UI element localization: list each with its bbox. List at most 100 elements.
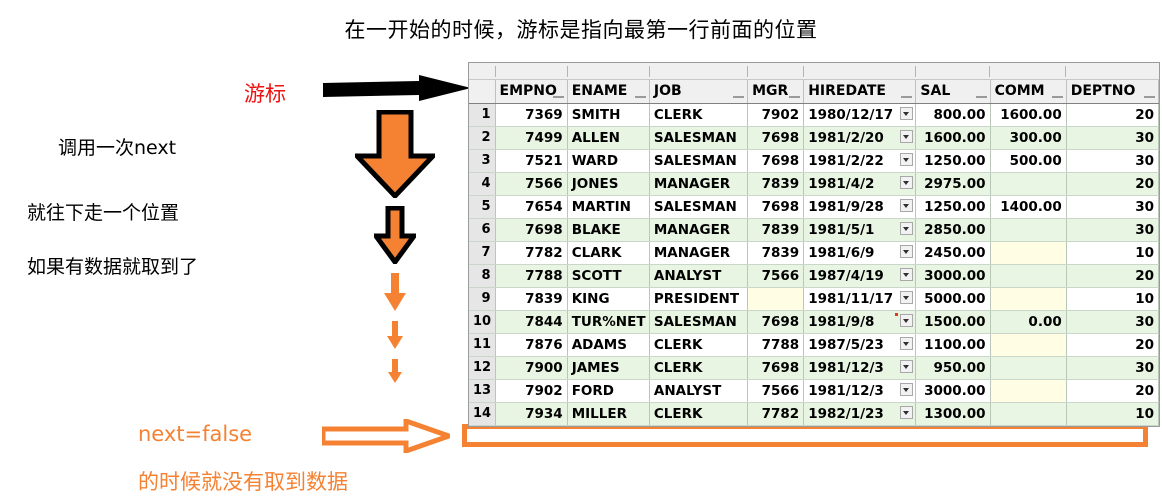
column-header-job[interactable]: JOB	[649, 80, 749, 104]
cell-empno[interactable]: 7788	[495, 264, 568, 288]
table-row[interactable]: 13 7902 FORD ANALYST 7566 1981/12/3 3000.00 20	[469, 379, 1160, 403]
row-number[interactable]: 9	[469, 287, 496, 311]
cell-comm[interactable]	[990, 172, 1067, 196]
cell-comm[interactable]: 1400.00	[990, 195, 1067, 219]
cell-hiredate[interactable]: 1981/2/20	[803, 126, 917, 150]
cell-empno[interactable]: 7902	[495, 379, 568, 403]
cell-empno[interactable]: 7521	[495, 149, 568, 173]
row-number[interactable]: 6	[469, 218, 496, 242]
cell-deptno[interactable]: 30	[1066, 126, 1160, 150]
column-header-ename[interactable]: ENAME	[567, 80, 650, 104]
cell-ename[interactable]: KING	[567, 287, 650, 311]
cell-hiredate[interactable]: 1987/4/19	[803, 264, 917, 288]
cell-comm[interactable]	[990, 241, 1067, 265]
cell-deptno[interactable]: 20	[1066, 379, 1160, 403]
cell-empno[interactable]: 7566	[495, 172, 568, 196]
cell-ename[interactable]: JAMES	[567, 356, 650, 380]
cell-comm[interactable]	[990, 379, 1067, 403]
cell-deptno[interactable]: 30	[1066, 149, 1160, 173]
table-row[interactable]: 9 7839 KING PRESIDENT 1981/11/17 5000.00 10	[469, 287, 1160, 311]
cell-hiredate[interactable]: 1981/9/28	[803, 195, 917, 219]
cell-mgr[interactable]: 7698	[747, 310, 805, 334]
cell-comm[interactable]	[990, 218, 1067, 242]
row-number[interactable]: 1	[469, 103, 496, 127]
table-row[interactable]: 11 7876 ADAMS CLERK 7788 1987/5/23 1100.00 20	[469, 333, 1160, 357]
cell-hiredate[interactable]: 1981/2/22	[803, 149, 917, 173]
cell-ename[interactable]: BLAKE	[567, 218, 650, 242]
cell-deptno[interactable]: 10	[1066, 402, 1160, 426]
cell-mgr[interactable]: 7839	[747, 172, 805, 196]
cell-mgr[interactable]: 7839	[747, 241, 805, 265]
column-header-comm[interactable]: COMM	[990, 80, 1067, 104]
date-dropdown-icon[interactable]	[900, 291, 914, 304]
cell-sal[interactable]: 1300.00	[915, 402, 991, 426]
cell-sal[interactable]: 800.00	[915, 103, 991, 127]
cell-job[interactable]: MANAGER	[649, 218, 749, 242]
column-header-sal[interactable]: SAL	[915, 80, 991, 104]
row-number[interactable]: 3	[469, 149, 496, 173]
cell-empno[interactable]: 7934	[495, 402, 568, 426]
cell-empno[interactable]: 7499	[495, 126, 568, 150]
cell-ename[interactable]: MARTIN	[567, 195, 650, 219]
cell-deptno[interactable]: 30	[1066, 356, 1160, 380]
table-row[interactable]: 1 7369 SMITH CLERK 7902 1980/12/17 800.00 1600.…	[469, 103, 1160, 127]
cell-deptno[interactable]: 20	[1066, 264, 1160, 288]
cell-job[interactable]: ANALYST	[649, 264, 749, 288]
column-header-hiredate[interactable]: HIREDATE	[803, 80, 917, 104]
table-row[interactable]: 4 7566 JONES MANAGER 7839 1981/4/2 2975.00 20	[469, 172, 1160, 196]
cell-deptno[interactable]: 20	[1066, 333, 1160, 357]
row-number[interactable]: 7	[469, 241, 496, 265]
cell-hiredate[interactable]: 1981/6/9	[803, 241, 917, 265]
date-dropdown-icon[interactable]	[900, 268, 914, 281]
cell-sal[interactable]: 1500.00	[915, 310, 991, 334]
cell-job[interactable]: CLERK	[649, 333, 749, 357]
table-row[interactable]: 10 7844 TUR%NET SALESMAN 7698 1981/9/8 1500.00…	[469, 310, 1160, 334]
row-number[interactable]: 2	[469, 126, 496, 150]
row-number[interactable]: 8	[469, 264, 496, 288]
cell-comm[interactable]: 500.00	[990, 149, 1067, 173]
cell-sal[interactable]: 2450.00	[915, 241, 991, 265]
cell-deptno[interactable]: 10	[1066, 241, 1160, 265]
row-number[interactable]: 12	[469, 356, 496, 380]
cell-ename[interactable]: WARD	[567, 149, 650, 173]
cell-mgr[interactable]: 7566	[747, 379, 805, 403]
cell-job[interactable]: SALESMAN	[649, 126, 749, 150]
cell-sal[interactable]: 1100.00	[915, 333, 991, 357]
cell-comm[interactable]: 300.00	[990, 126, 1067, 150]
cell-deptno[interactable]: 30	[1066, 218, 1160, 242]
cell-mgr[interactable]: 7698	[747, 195, 805, 219]
row-number[interactable]: 10	[469, 310, 496, 334]
result-grid[interactable]: EMPNO ENAME JOB MGR HIREDATE SAL COMM DE…	[468, 62, 1160, 427]
table-row[interactable]: 14 7934 MILLER CLERK 7782 1982/1/23 1300.00 10	[469, 402, 1160, 426]
column-header-mgr[interactable]: MGR	[747, 80, 805, 104]
row-number[interactable]: 13	[469, 379, 496, 403]
row-number[interactable]: 14	[469, 402, 496, 426]
cell-empno[interactable]: 7844	[495, 310, 568, 334]
cell-ename[interactable]: MILLER	[567, 402, 650, 426]
cell-empno[interactable]: 7654	[495, 195, 568, 219]
row-number[interactable]: 5	[469, 195, 496, 219]
cell-hiredate[interactable]: 1981/4/2	[803, 172, 917, 196]
cell-ename[interactable]: FORD	[567, 379, 650, 403]
date-dropdown-icon[interactable]	[900, 383, 914, 396]
cell-deptno[interactable]: 30	[1066, 195, 1160, 219]
cell-ename[interactable]: CLARK	[567, 241, 650, 265]
table-row[interactable]: 3 7521 WARD SALESMAN 7698 1981/2/22 1250.00 500…	[469, 149, 1160, 173]
cell-comm[interactable]: 1600.00	[990, 103, 1067, 127]
date-dropdown-icon[interactable]	[900, 199, 914, 212]
table-row[interactable]: 8 7788 SCOTT ANALYST 7566 1987/4/19 3000.00 20	[469, 264, 1160, 288]
cell-sal[interactable]: 950.00	[915, 356, 991, 380]
cell-job[interactable]: SALESMAN	[649, 195, 749, 219]
cell-job[interactable]: CLERK	[649, 103, 749, 127]
date-dropdown-icon[interactable]	[900, 314, 914, 327]
date-dropdown-icon[interactable]	[900, 153, 914, 166]
cell-mgr[interactable]	[747, 287, 805, 311]
cell-sal[interactable]: 1250.00	[915, 195, 991, 219]
cell-mgr[interactable]: 7782	[747, 402, 805, 426]
cell-mgr[interactable]: 7788	[747, 333, 805, 357]
date-dropdown-icon[interactable]	[900, 360, 914, 373]
cell-comm[interactable]	[990, 287, 1067, 311]
cell-mgr[interactable]: 7698	[747, 149, 805, 173]
cell-empno[interactable]: 7698	[495, 218, 568, 242]
cell-mgr[interactable]: 7839	[747, 218, 805, 242]
